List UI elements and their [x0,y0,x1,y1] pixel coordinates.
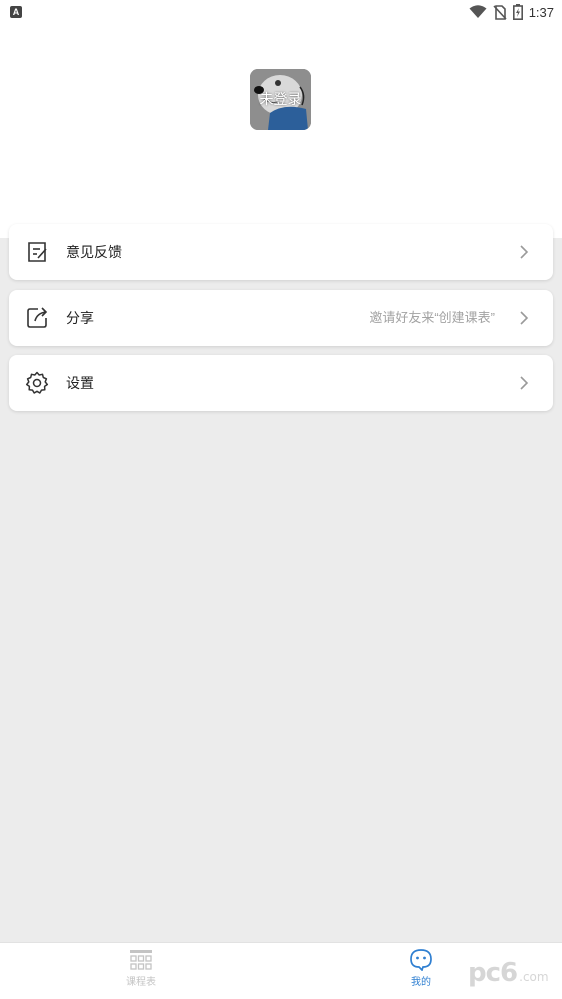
avatar[interactable]: 未登录 [250,69,311,130]
app-notification-icon: A [10,6,22,18]
no-sim-icon [493,4,507,20]
status-bar: A 1:37 [0,0,562,24]
menu-item-label: 意见反馈 [66,244,122,260]
watermark-main-text: pc6 [468,958,518,988]
tab-schedule[interactable]: 课程表 [111,943,171,999]
watermark-domain-text: .com [519,970,549,984]
status-left: A [10,6,22,18]
menu-item-label: 设置 [66,375,94,391]
tab-mine-label: 我的 [411,977,431,988]
share-icon [27,307,48,328]
menu-item-settings[interactable]: 设置 [9,355,553,411]
wifi-icon [469,5,487,18]
chat-face-icon [410,949,432,971]
watermark-logo: pc6 .com [468,958,549,990]
status-right: 1:37 [469,4,554,20]
menu-item-feedback[interactable]: 意见反馈 [9,224,553,280]
grid-icon [130,950,152,970]
menu-item-label: 分享 [66,310,94,326]
chevron-right-icon [520,376,529,390]
gear-icon [25,371,49,394]
feedback-icon [28,242,47,262]
share-invite-hint: 邀请好友来“创建课表” [369,310,495,325]
chevron-right-icon [520,311,529,325]
avatar-login-label[interactable]: 未登录 [250,69,311,130]
status-time: 1:37 [528,4,554,20]
profile-header: 未登录 [0,24,562,238]
tab-schedule-label: 课程表 [126,977,156,988]
menu-item-share[interactable]: 分享 邀请好友来“创建课表” [9,290,553,346]
battery-charging-icon [512,4,523,20]
chevron-right-icon [520,245,529,259]
tab-mine[interactable]: 我的 [391,943,451,999]
